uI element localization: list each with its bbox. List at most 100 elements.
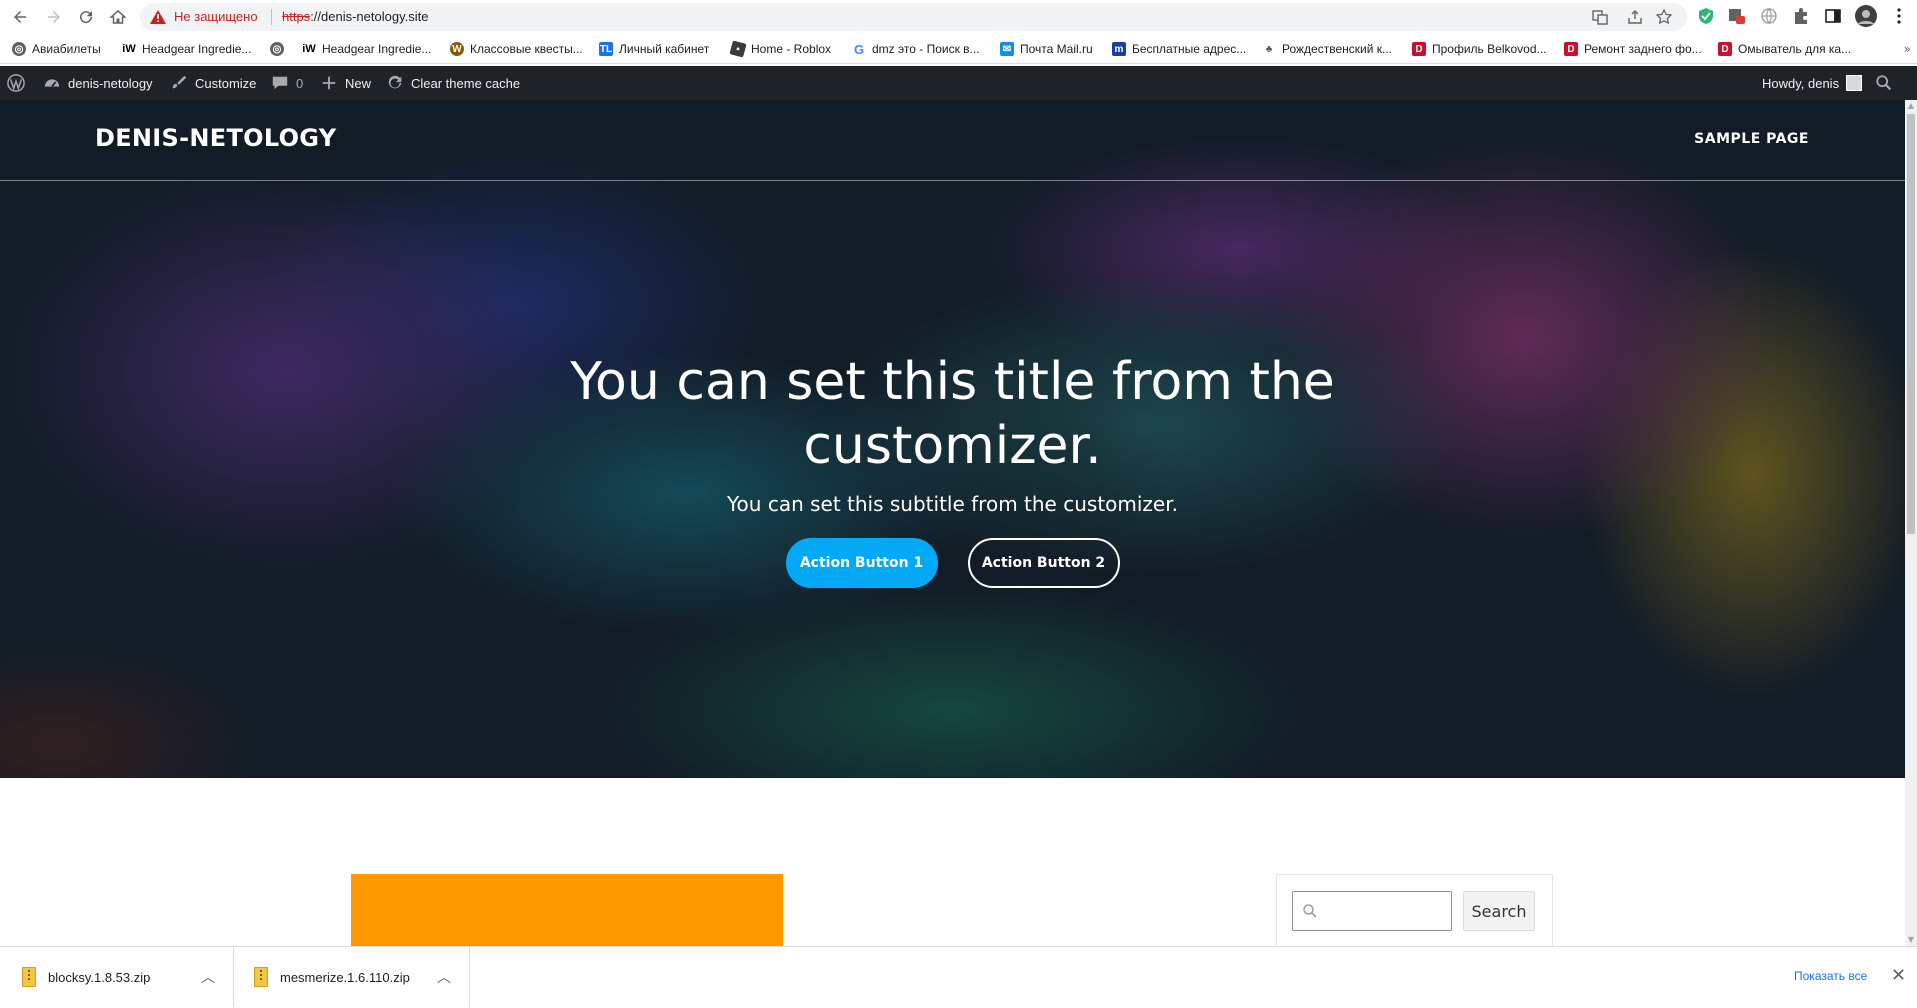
bookmark-item[interactable]: TL Личный кабинет <box>599 40 709 58</box>
scrollbar[interactable]: ▲ ▼ <box>1905 100 1917 946</box>
translate-icon[interactable] <box>1592 9 1608 25</box>
more-menu-icon[interactable] <box>1890 7 1908 25</box>
globe-extension-icon[interactable] <box>1760 7 1778 25</box>
customize-link[interactable]: Customize <box>170 66 256 100</box>
downloads-bar: blocksy.1.8.53.zip ︿ mesmerize.1.6.110.z… <box>0 946 1917 1008</box>
puzzle-icon[interactable] <box>1792 7 1810 25</box>
bookmark-label: Headgear Ingredie... <box>322 42 432 56</box>
side-panel-icon[interactable] <box>1824 7 1842 25</box>
reload-icon[interactable] <box>74 5 98 29</box>
close-icon[interactable]: ✕ <box>1891 965 1906 986</box>
forward-icon[interactable] <box>42 5 66 29</box>
zip-file-icon <box>254 967 268 987</box>
featured-image[interactable] <box>351 874 783 946</box>
hero-content: You can set this title from the customiz… <box>0 350 1905 588</box>
star-icon[interactable] <box>1656 9 1672 25</box>
comments-link[interactable]: 0 <box>271 66 303 100</box>
bookmark-item[interactable]: ✉ Почта Mail.ru <box>1000 40 1093 58</box>
bookmark-item[interactable]: iW Headgear Ingredie... <box>122 40 251 58</box>
bookmarks-overflow-icon[interactable]: » <box>1904 42 1911 56</box>
search-icon <box>1303 904 1317 918</box>
chevron-up-icon[interactable]: ︿ <box>201 967 215 987</box>
address-bar[interactable]: Не защищено https://denis-netology.site <box>140 3 1687 31</box>
action-button-2[interactable]: Action Button 2 <box>967 538 1120 588</box>
dashboard-icon <box>44 79 60 88</box>
extension-badge-icon[interactable] <box>1728 7 1746 25</box>
my-account-link[interactable]: Howdy, denis <box>1762 66 1863 100</box>
customize-label: Customize <box>195 75 257 91</box>
bookmark-label: Классовые квесты... <box>470 42 583 56</box>
bookmark-item[interactable]: ♣ Рождественский к... <box>1262 40 1392 58</box>
download-item[interactable]: blocksy.1.8.53.zip ︿ <box>0 947 234 1007</box>
bookmark-label: Headgear Ingredie... <box>142 42 252 56</box>
bookmarks-bar: ◎ Авиабилеты iW Headgear Ingredie... ◎ iW H… <box>0 34 1917 64</box>
site-name-link[interactable]: denis-netology <box>43 66 153 100</box>
url-text[interactable]: https://denis-netology.site <box>282 9 428 24</box>
site-header: DENIS-NETOLOGY SAMPLE PAGE <box>0 100 1905 181</box>
bookmark-item[interactable]: iW Headgear Ingredie... <box>302 40 431 58</box>
globe-icon: ◎ <box>12 42 26 56</box>
share-icon[interactable] <box>1627 9 1643 25</box>
bookmark-item[interactable]: D Омыватель для ка... <box>1718 40 1851 58</box>
action-button-1[interactable]: Action Button 1 <box>785 538 938 588</box>
bookmark-label: Личный кабинет <box>619 42 710 56</box>
bookmark-item[interactable]: D Ремонт заднего фо... <box>1564 40 1702 58</box>
bookmark-label: Авиабилеты <box>32 42 101 56</box>
scroll-thumb[interactable] <box>1907 114 1915 534</box>
wow-icon: W <box>450 42 464 56</box>
bird-icon: ♣ <box>1265 43 1273 55</box>
search-button[interactable]: Search <box>1463 891 1535 931</box>
bookmark-item[interactable]: D Профиль Belkovod... <box>1412 40 1547 58</box>
bookmark-item[interactable]: Gdmz это - Поиск в... <box>852 40 980 58</box>
chevron-up-icon[interactable]: ︿ <box>437 967 451 987</box>
clear-cache-label: Clear theme cache <box>411 75 521 91</box>
wordpress-logo-icon[interactable] <box>7 66 25 100</box>
zip-file-icon <box>22 967 36 987</box>
bookmark-item[interactable]: m Бесплатные адрес... <box>1112 40 1246 58</box>
hero-buttons: Action Button 1 Action Button 2 <box>0 538 1905 588</box>
new-label: New <box>345 75 372 91</box>
insecure-label[interactable]: Не защищено <box>174 9 258 24</box>
iw-icon: iW <box>302 43 316 55</box>
site-title[interactable]: DENIS-NETOLOGY <box>95 124 336 152</box>
new-content-link[interactable]: New <box>320 66 371 100</box>
refresh-icon <box>388 75 402 89</box>
warning-icon[interactable] <box>150 10 166 24</box>
bookmark-label: dmz это - Поиск в... <box>872 42 980 56</box>
mail-icon: ✉ <box>1000 42 1014 56</box>
back-icon[interactable] <box>8 5 32 29</box>
bookmark-item[interactable]: ◎ Авиабилеты <box>12 40 101 58</box>
search-input[interactable] <box>1292 891 1452 931</box>
divider <box>271 9 272 25</box>
bookmark-label: Омыватель для ка... <box>1738 42 1852 56</box>
scroll-up-icon[interactable]: ▲ <box>1907 102 1915 110</box>
bookmark-label: Home - Roblox <box>751 42 832 56</box>
scroll-down-icon[interactable]: ▼ <box>1907 936 1915 944</box>
admin-search-icon[interactable] <box>1875 66 1893 100</box>
hero-section: DENIS-NETOLOGY SAMPLE PAGE You can set t… <box>0 100 1905 778</box>
avatar <box>1846 75 1863 91</box>
bookmark-item[interactable]: W Классовые квесты... <box>450 40 583 58</box>
bookmark-label: Бесплатные адрес... <box>1132 42 1247 56</box>
plus-icon <box>322 76 336 90</box>
download-item[interactable]: mesmerize.1.6.110.zip ︿ <box>234 947 470 1007</box>
bookmark-item[interactable]: ◎ <box>270 40 290 58</box>
bookmark-item[interactable]: ▪ Home - Roblox <box>729 40 832 58</box>
show-all-downloads-link[interactable]: Показать все <box>1794 969 1867 983</box>
nav-item-sample-page[interactable]: SAMPLE PAGE <box>1694 131 1809 147</box>
browser-toolbar: Не защищено https://denis-netology.site <box>0 0 1917 34</box>
url-scheme: https <box>282 9 311 24</box>
shield-extension-icon[interactable] <box>1697 7 1715 25</box>
bookmark-label: Профиль Belkovod... <box>1432 42 1547 56</box>
clear-cache-link[interactable]: Clear theme cache <box>386 66 520 100</box>
google-icon: G <box>853 41 865 57</box>
hero-title: You can set this title from the customiz… <box>570 352 1335 476</box>
profile-avatar-icon[interactable] <box>1855 5 1877 27</box>
main-content: Search <box>0 778 1905 946</box>
download-filename: mesmerize.1.6.110.zip <box>280 969 410 985</box>
wp-admin-bar: denis-netology Customize 0 New Clear the… <box>0 66 1917 100</box>
home-icon[interactable] <box>106 5 130 29</box>
comment-icon <box>272 76 288 90</box>
d-icon: D <box>1412 42 1426 56</box>
howdy-label: Howdy, denis <box>1762 75 1840 91</box>
